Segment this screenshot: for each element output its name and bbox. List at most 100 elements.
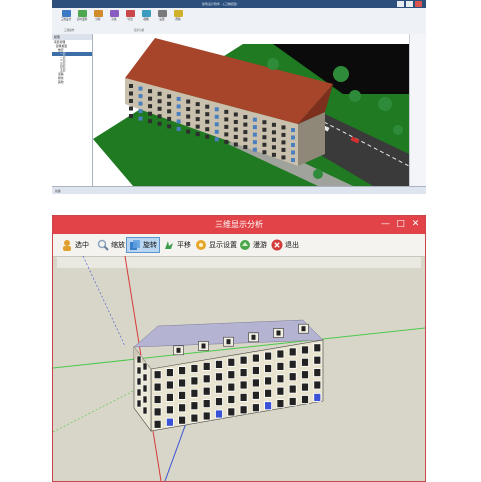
window [215, 384, 223, 394]
ribbon-button-1[interactable]: 实时漫游 [76, 10, 88, 24]
display-settings-icon [196, 240, 206, 250]
pan-button[interactable]: 平移 [161, 237, 193, 253]
dormer-window [226, 339, 231, 345]
window [288, 384, 297, 394]
window [281, 132, 286, 137]
door [313, 392, 322, 402]
window [301, 345, 309, 355]
exit-button[interactable]: 退出 [269, 237, 301, 253]
window [224, 109, 229, 114]
render-icon [109, 10, 119, 17]
ribbon-button-3[interactable]: 渲染 [108, 10, 120, 24]
roam-button[interactable]: 漫游 [237, 237, 269, 253]
window [233, 119, 238, 124]
minimize-button[interactable] [397, 1, 404, 7]
display-settings-button[interactable]: 显示设置 [193, 237, 239, 253]
roam-label: 漫游 [253, 241, 267, 249]
minimize-button[interactable]: — [379, 218, 392, 231]
window [153, 370, 162, 380]
ribbon-button-2[interactable]: 分析 [92, 10, 104, 24]
window [291, 128, 295, 132]
window [227, 407, 236, 417]
help-icon [173, 10, 183, 17]
window [167, 94, 172, 99]
zoom-button[interactable]: 缩放 [95, 237, 127, 253]
window [176, 111, 181, 116]
tree-item[interactable]: 其他 [52, 80, 92, 84]
window [262, 150, 267, 155]
3d-viewport[interactable] [93, 34, 410, 186]
window [186, 107, 191, 112]
dormer-window [201, 343, 206, 349]
window [281, 125, 286, 130]
status-bar: 就绪 [52, 186, 426, 194]
site-model-render [93, 38, 410, 186]
window [214, 137, 219, 142]
window [251, 403, 260, 413]
window [239, 392, 248, 402]
window [142, 395, 148, 404]
window [157, 91, 162, 96]
cad-app-screenshot: 建筑设计软件 - [三维模型] 三维设计 实时漫游 分析 渲染 导出 视图 设置… [52, 0, 426, 194]
window [252, 117, 257, 122]
close-button[interactable] [415, 1, 422, 7]
window [215, 360, 223, 369]
window [243, 122, 248, 127]
window [186, 122, 191, 127]
window [252, 147, 257, 152]
window [205, 127, 210, 132]
window [195, 102, 200, 107]
window [176, 126, 181, 131]
window-title-bar: 三维显示分析 — □ ✕ [53, 216, 425, 234]
3d-design-icon [61, 10, 71, 17]
vertical-scrollbar[interactable] [409, 34, 426, 186]
settings-icon [157, 10, 167, 17]
window [167, 116, 172, 121]
rotate-button[interactable]: 旋转 [126, 237, 160, 253]
roam-icon [240, 240, 250, 250]
window [252, 140, 257, 145]
ribbon-button-4[interactable]: 导出 [124, 10, 136, 24]
cad-title-bar: 建筑设计软件 - [三维模型] [52, 0, 426, 8]
exit-icon [271, 239, 283, 251]
3d-scene-viewport[interactable] [53, 256, 425, 481]
window [281, 140, 286, 145]
window [224, 132, 229, 137]
window [264, 351, 273, 361]
ribbon-button-0[interactable]: 三维设计 [60, 10, 72, 24]
window [195, 109, 200, 114]
ribbon-button-6[interactable]: 设置 [156, 10, 168, 24]
close-button[interactable]: ✕ [409, 218, 422, 231]
window [252, 125, 257, 130]
window [202, 411, 211, 421]
analysis-icon [93, 10, 103, 17]
window [148, 96, 153, 101]
ribbon-button-5[interactable]: 视图 [140, 10, 152, 24]
window [205, 134, 210, 139]
window [129, 84, 133, 88]
ribbon-button-7[interactable]: 帮助 [172, 10, 184, 24]
window [262, 135, 267, 140]
dormer-window [251, 334, 256, 340]
window [276, 399, 285, 409]
window [251, 353, 260, 363]
maximize-button[interactable]: □ [394, 218, 407, 231]
window [153, 407, 162, 417]
window [313, 343, 322, 353]
window [243, 115, 248, 120]
window [190, 376, 199, 386]
walkthrough-icon [77, 10, 87, 17]
maximize-button[interactable] [406, 1, 413, 7]
window [186, 114, 191, 119]
select-button[interactable]: 选中 [59, 237, 91, 253]
window [288, 372, 297, 382]
window [153, 395, 162, 404]
window [202, 399, 211, 409]
rotate-icon [130, 240, 140, 250]
window [239, 405, 248, 415]
door [166, 417, 174, 427]
window [142, 384, 148, 393]
window [157, 99, 162, 104]
window [271, 122, 276, 127]
window [227, 382, 236, 392]
